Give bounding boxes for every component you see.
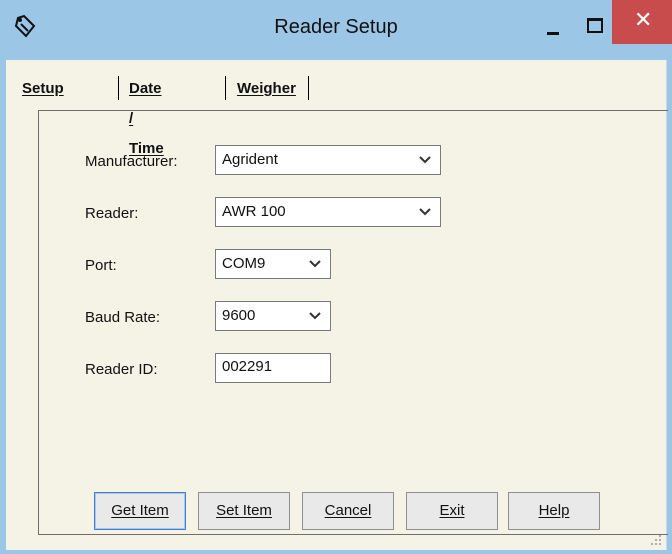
help-button[interactable]: Help (508, 492, 600, 530)
port-select[interactable]: COM9 (215, 249, 331, 279)
title-bar[interactable]: Reader Setup ✕ (0, 0, 672, 60)
exit-label: Exit (439, 502, 465, 519)
minimize-button[interactable] (538, 10, 568, 40)
set-item-button[interactable]: Set Item (198, 492, 290, 530)
get-item-button[interactable]: Get Item (94, 492, 186, 530)
reader-value: AWR 100 (222, 203, 286, 220)
exit-button[interactable]: Exit (406, 492, 498, 530)
reader-setup-window: Reader Setup ✕ Setup Date / Time Weigher… (0, 0, 672, 554)
reader-select[interactable]: AWR 100 (215, 197, 441, 227)
tab-date-time[interactable]: Date / Time (129, 74, 164, 157)
client-area: Setup Date / Time Weigher Manufacturer: … (6, 60, 668, 550)
chevron-down-icon (419, 156, 431, 164)
port-value: COM9 (222, 255, 266, 272)
reader-id-field[interactable] (215, 353, 331, 383)
window-title: Reader Setup (274, 16, 398, 38)
manufacturer-value: Agrident (222, 151, 278, 168)
port-label: Port: (85, 257, 117, 274)
baud-rate-select[interactable]: 9600 (215, 301, 331, 331)
baud-rate-value: 9600 (222, 307, 256, 324)
tab-divider (225, 76, 226, 100)
manufacturer-select[interactable]: Agrident (215, 145, 441, 175)
tab-divider (118, 76, 119, 100)
cancel-button[interactable]: Cancel (302, 492, 394, 530)
tab-weigher-label: Weigher (237, 80, 296, 97)
tab-setup-label: Setup (22, 80, 64, 97)
reader-id-input[interactable] (216, 354, 328, 379)
baud-rate-label: Baud Rate: (85, 309, 161, 326)
resize-grip-icon[interactable] (650, 534, 662, 546)
maximize-button[interactable] (580, 10, 610, 40)
setup-panel: Manufacturer: Agrident Reader: AWR 100 P… (38, 110, 668, 535)
close-button[interactable]: ✕ (612, 0, 672, 44)
close-icon: ✕ (634, 7, 653, 32)
reader-id-label: Reader ID: (85, 361, 158, 378)
chevron-down-icon (309, 260, 321, 268)
get-item-label: Get Item (111, 502, 169, 519)
tab-divider (308, 76, 309, 100)
help-label: Help (538, 502, 570, 519)
chevron-down-icon (419, 208, 431, 216)
set-item-label: Set Item (216, 502, 272, 519)
chevron-down-icon (309, 312, 321, 320)
manufacturer-label: Manufacturer: (85, 153, 178, 170)
tab-setup[interactable]: Setup (22, 74, 64, 104)
button-row: Get Item Set Item Cancel Exit Help (6, 492, 666, 550)
reader-label: Reader: (85, 205, 139, 222)
cancel-label: Cancel (324, 502, 372, 519)
tab-weigher[interactable]: Weigher (237, 74, 296, 104)
